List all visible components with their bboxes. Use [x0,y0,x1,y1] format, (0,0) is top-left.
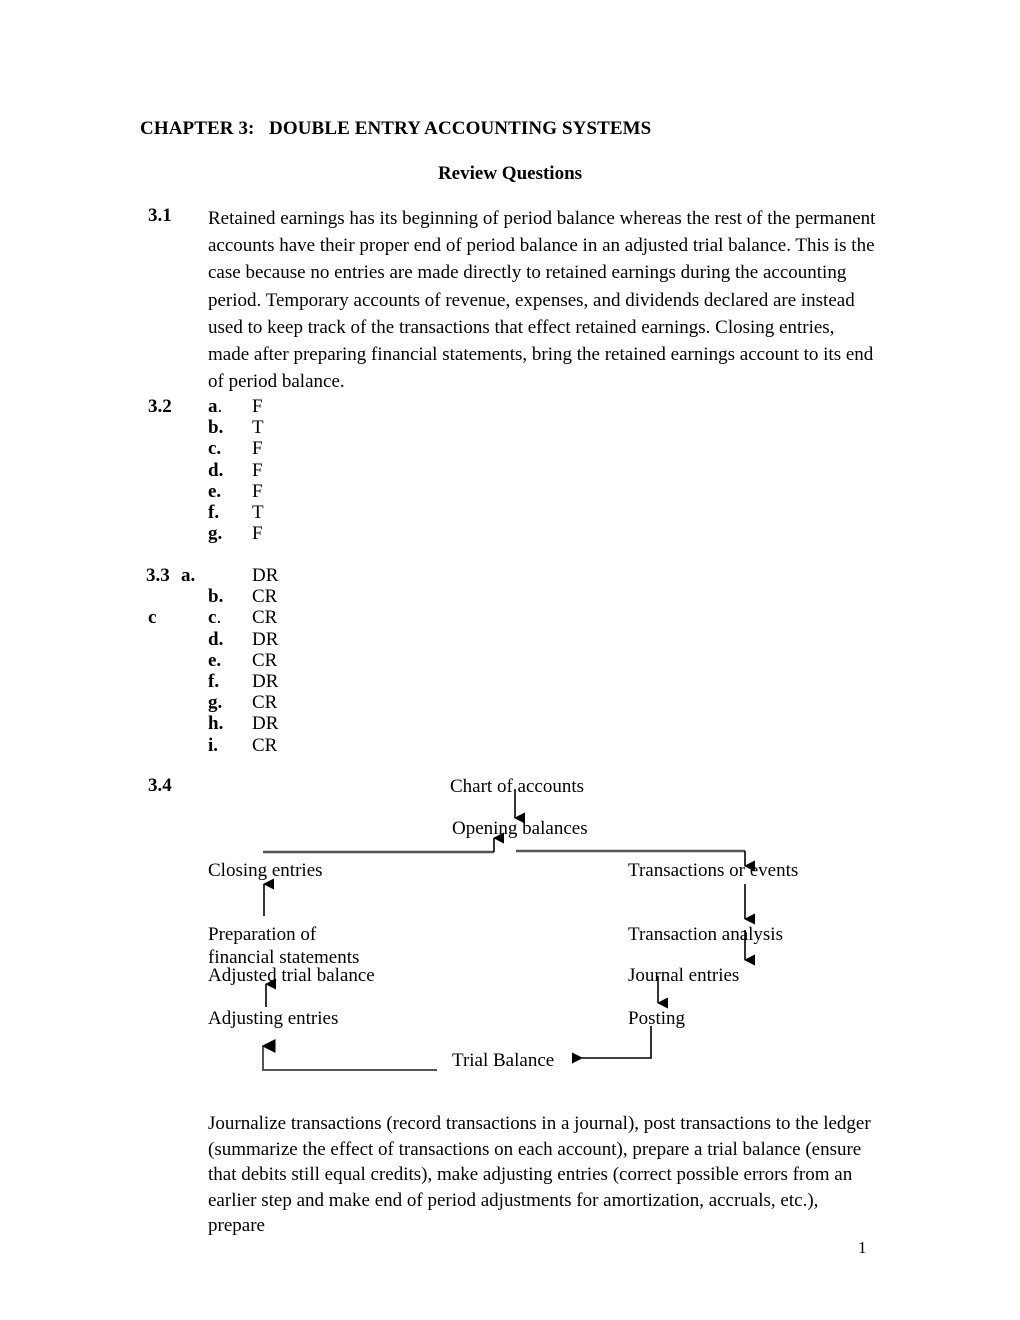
document-page: CHAPTER 3: DOUBLE ENTRY ACCOUNTING SYSTE… [0,0,1020,1320]
answer-list-3-3: a.DRb. CR c. CR d. DR e. CR f. DR g. CR h. DR i. CR [208,565,278,756]
answer-letter: d. [208,628,224,650]
answer-value: T [252,417,264,439]
answer-value: CR [252,649,278,671]
answer-letter: f. [208,501,220,523]
answer-letter: g. [208,523,223,545]
answer-value: CR [252,734,278,756]
answer-value: DR [252,628,279,650]
answer-row: a. F [208,396,264,417]
diagram-node-transactions-or-events: Transactions or events [628,860,799,881]
answer-value: DR [252,565,279,586]
answer-letter: e. [208,649,222,671]
question-number-3-4: 3.4 [148,775,172,796]
question-number-3-3: 3.3 [146,565,170,586]
page-number: 1 [858,1238,867,1257]
answer-letter-3-3-a: a. [181,565,196,586]
page-title: CHAPTER 3: DOUBLE ENTRY ACCOUNTING SYSTE… [140,118,652,139]
question-number-3-2: 3.2 [148,396,172,417]
answer-row: b. T [208,417,264,438]
answer-row: f. T [208,502,264,523]
diagram-node-trial-balance: Trial Balance [452,1050,555,1071]
answer-value: F [252,438,263,460]
answer-letter: b. [208,586,224,608]
answer-row: c. F [208,438,264,459]
diagram-node-adjusted-trial-balance: Adjusted trial balance [208,965,375,986]
answer-letter: e. [208,480,222,502]
diagram-node-journal-entries: Journal entries [628,965,740,986]
answer-row: d. F [208,460,264,481]
answer-row: f. DR [208,671,278,692]
answer-letter: a. [208,396,223,417]
answer-value: F [252,480,263,502]
answer-row: b. CR [208,586,278,607]
diagram-node-opening-balances: Opening balances [452,818,588,839]
answer-letter: h. [208,713,224,735]
answer-value: T [252,501,264,523]
answer-value: CR [252,607,278,629]
diagram-node-preparation-of-financial-statements: Preparation of financial statements [208,924,360,968]
connector-trial-balance-to-adjusting [261,1039,437,1071]
answer-row: d. DR [208,629,278,650]
connector-posting-to-trial-balance [571,1026,652,1064]
answer-row: h. DR [208,713,278,734]
answer-letter: b. [208,417,224,439]
answer-row: e. CR [208,650,278,671]
answer-value: CR [252,586,278,608]
answer-row: g. CR [208,692,278,713]
answer-row: g. F [208,523,264,544]
diagram-node-adjusting-entries: Adjusting entries [208,1008,339,1029]
answer-value: DR [252,713,279,735]
answer-letter: g. [208,692,223,714]
margin-stray-mark: c [148,607,157,628]
section-title: Review Questions [437,163,583,184]
answer-value: DR [252,670,279,692]
answer-value: F [252,396,263,417]
diagram-node-closing-entries: Closing entries [208,860,323,881]
answer-letter: f. [208,670,220,692]
answer-value: F [252,523,263,545]
answer-letter: c. [208,438,222,460]
answer-letter: c. [208,607,222,629]
answer-value: F [252,459,263,481]
diagram-node-chart-of-accounts: Chart of accounts [450,776,585,797]
answer-row: a.DR [208,565,278,586]
question-number-3-1: 3.1 [148,205,172,226]
answer-value: CR [252,692,278,714]
diagram-node-transaction-analysis: Transaction analysis [628,924,783,945]
answer-letter: i. [208,734,219,756]
answer-row: e. F [208,481,264,502]
answer-row: i. CR [208,735,278,756]
question-answer-3-1: Retained earnings has its beginning of p… [208,208,876,393]
diagram-node-posting: Posting [628,1008,686,1029]
answer-letter: d. [208,459,224,481]
answer-row: c. CR [208,607,278,628]
answer-list-3-2: a. Fb. Tc. Fd. Fe. Ff. Tg. F [208,396,264,544]
closing-paragraph: Journalize transactions (record transact… [208,1113,871,1236]
